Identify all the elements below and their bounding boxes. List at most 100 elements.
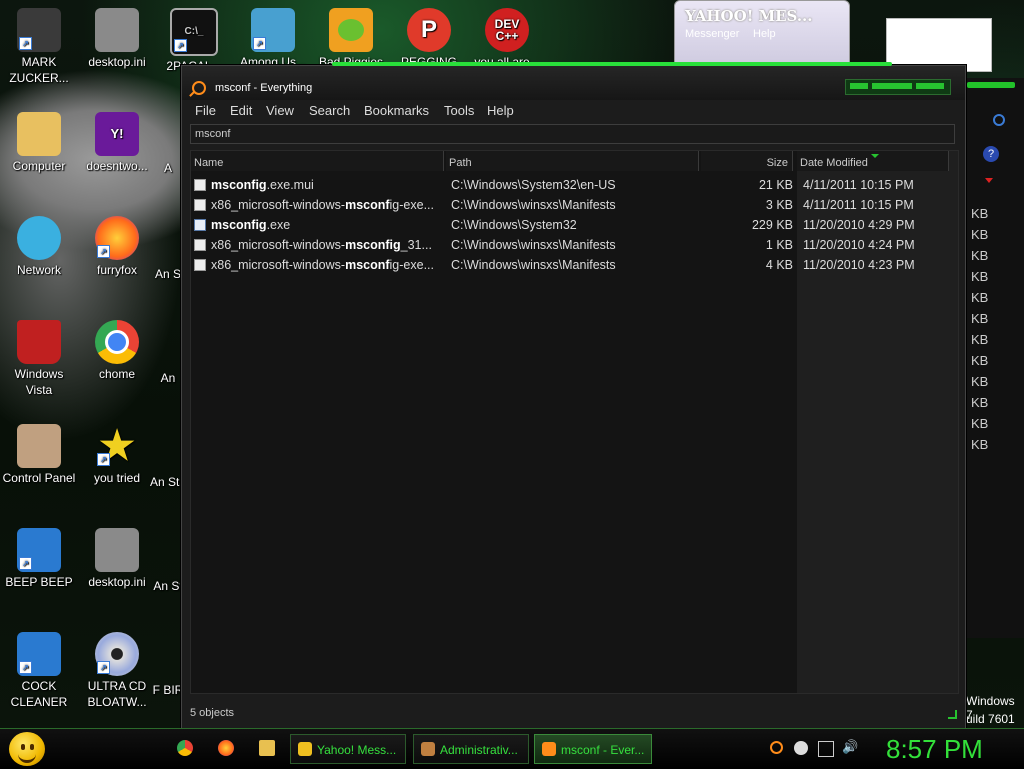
column-header-size[interactable]: Size [701, 151, 793, 171]
everything-window[interactable]: msconf - Everything File Edit View Searc… [181, 62, 966, 729]
desktop-icon-beep-beep[interactable]: ↗ BEEP BEEP [0, 528, 78, 590]
taskbar-button[interactable]: Yahoo! Mess... [290, 734, 406, 764]
background-window-partial[interactable]: ? KB KB KB KB KB KB KB KB KB KB KB KB [958, 78, 1024, 638]
firefox-icon: ↗ [95, 216, 139, 260]
desktop-icon-label: desktop.ini [88, 55, 146, 69]
taskbar-button-label: Administrativ... [440, 743, 518, 757]
name-match: msconfig [211, 218, 267, 232]
result-date: 11/20/2010 4:24 PM [803, 238, 915, 252]
minus-tray-icon[interactable] [794, 741, 808, 755]
result-size: 4 KB [765, 258, 793, 272]
smiley-eye [21, 744, 25, 750]
result-row[interactable]: x86_microsoft-windows-msconfig-exe... C:\… [191, 255, 958, 275]
result-row[interactable]: msconfig.exe.mui C:\Windows\System32\en-U… [191, 175, 958, 195]
menu-file[interactable]: File [195, 103, 216, 118]
result-path: C:\Windows\winsxs\Manifests [451, 198, 616, 212]
results-list[interactable]: Name Path Size Date Modified msconfig.ex… [190, 150, 959, 694]
result-name: x86_microsoft-windows-msconfig_31... [211, 238, 439, 252]
window-title: msconf - Everything [215, 82, 313, 94]
menu-edit[interactable]: Edit [230, 103, 252, 118]
desktop-icon-label: you tried [93, 471, 141, 485]
search-tray-icon[interactable] [770, 741, 783, 754]
desktop-icon-computer[interactable]: Computer [0, 112, 78, 174]
desktop-icon-label: Computer [12, 159, 66, 173]
desktop-icon-you-tried[interactable]: ★ ↗ you tried [78, 424, 156, 486]
size-cell: KB [971, 332, 989, 347]
blue-file-icon: ↗ [17, 632, 61, 676]
menu-bookmarks[interactable]: Bookmarks [364, 103, 429, 118]
result-name: msconfig.exe [211, 218, 439, 232]
network-icon [17, 216, 61, 260]
maximize-button[interactable] [872, 83, 912, 89]
firefox-quicklaunch-icon[interactable] [218, 740, 234, 756]
yahoo-menu-messenger[interactable]: Messenger [685, 28, 739, 40]
name-suffix: _31... [400, 238, 432, 252]
column-header-name[interactable]: Name [191, 151, 444, 171]
desktop-icon-ultra-cd[interactable]: ↗ ULTRA CD BLOATW... [78, 632, 156, 710]
result-date: 4/11/2011 10:15 PM [803, 178, 914, 192]
desktop-icon-desktop-ini[interactable]: desktop.ini [78, 8, 156, 70]
size-cell: KB [971, 353, 989, 368]
taskbar-button-label: msconf - Ever... [561, 743, 645, 757]
dropdown-arrow-icon[interactable] [985, 178, 993, 183]
result-row[interactable]: x86_microsoft-windows-msconfig_31... C:\W… [191, 235, 958, 255]
start-button[interactable] [9, 732, 45, 766]
taskbar-button[interactable]: Administrativ... [413, 734, 529, 764]
close-button[interactable] [916, 83, 944, 89]
desktop-icon-label: BEEP BEEP [5, 575, 73, 589]
menu-view[interactable]: View [266, 103, 294, 118]
desktop-icon-chome[interactable]: chome [78, 320, 156, 382]
desktop-icon-pegging[interactable]: P PEGGING [390, 8, 468, 70]
desktop-icon-control-panel[interactable]: Control Panel [0, 424, 78, 486]
desktop-icon-network[interactable]: Network [0, 216, 78, 278]
yahoo-window-title: YAHOO! MES... [685, 7, 813, 25]
desktop-icon-furryfox[interactable]: ↗ furryfox [78, 216, 156, 278]
size-cell: KB [971, 206, 989, 221]
clock[interactable]: 8:57 PM [886, 734, 983, 765]
desktop-icon-dev-cpp[interactable]: DEVC++ you all are... [468, 8, 546, 70]
result-name: x86_microsoft-windows-msconfig-exe... [211, 198, 439, 212]
column-header-path[interactable]: Path [446, 151, 699, 171]
file-icon [194, 259, 206, 271]
result-size: 21 KB [758, 178, 793, 192]
result-row[interactable]: msconfig.exe C:\Windows\System32 229 KB 11/… [191, 215, 958, 235]
yahoo-menu-help[interactable]: Help [753, 28, 776, 40]
chrome-quicklaunch-icon[interactable] [177, 740, 193, 756]
minimize-button[interactable] [850, 83, 868, 89]
yahoo-messenger-window[interactable]: YAHOO! MES... Messenger Help [674, 0, 850, 66]
desktop-icon-mark-zuckerberg[interactable]: ↗ MARK ZUCKER... [0, 8, 78, 86]
name-suffix: .exe.mui [266, 178, 314, 192]
desktop-icon-windows-vista[interactable]: Windows Vista [0, 320, 78, 398]
cd-icon: ↗ [95, 632, 139, 676]
recycle-bin-icon [17, 320, 61, 364]
help-icon[interactable]: ? [983, 146, 999, 162]
network-tray-icon[interactable] [818, 741, 834, 757]
result-date: 4/11/2011 10:15 PM [803, 198, 914, 212]
everything-search-icon [192, 81, 206, 95]
search-icon[interactable] [993, 114, 1005, 126]
folder-quicklaunch-icon[interactable] [259, 740, 275, 756]
search-icon [542, 742, 556, 756]
window-controls[interactable] [845, 79, 951, 95]
result-path: C:\Windows\winsxs\Manifests [451, 258, 616, 272]
menu-tools[interactable]: Tools [444, 103, 474, 118]
taskbar-button-label: Yahoo! Mess... [317, 743, 397, 757]
cmd-icon: C:\_ ↗ [170, 8, 218, 56]
menu-help[interactable]: Help [487, 103, 514, 118]
result-size: 3 KB [765, 198, 793, 212]
desktop-icon-bad-piggies[interactable]: Bad Piggies [312, 8, 390, 70]
desktop-icon-cock-cleaner[interactable]: ↗ COCK CLEANER [0, 632, 78, 710]
dev-cpp-icon: DEV C++ [485, 8, 529, 52]
resize-grip-icon[interactable] [948, 710, 957, 719]
desktop-icon-desktop-ini-2[interactable]: desktop.ini [78, 528, 156, 590]
menu-search[interactable]: Search [309, 103, 350, 118]
yahoo-smiley-icon [298, 742, 312, 756]
window-title-bar[interactable]: msconf - Everything [182, 66, 965, 100]
name-suffix: ig-exe... [389, 198, 434, 212]
desktop-icon-doesntwo[interactable]: Y! doesntwo... [78, 112, 156, 174]
result-row[interactable]: x86_microsoft-windows-msconfig-exe... C:\… [191, 195, 958, 215]
search-input[interactable] [190, 124, 955, 144]
taskbar-button[interactable]: msconf - Ever... [534, 734, 652, 764]
volume-tray-icon[interactable]: 🔊 [842, 739, 858, 754]
desktop-icon-among-us[interactable]: ↗ Among Us... [234, 8, 312, 70]
